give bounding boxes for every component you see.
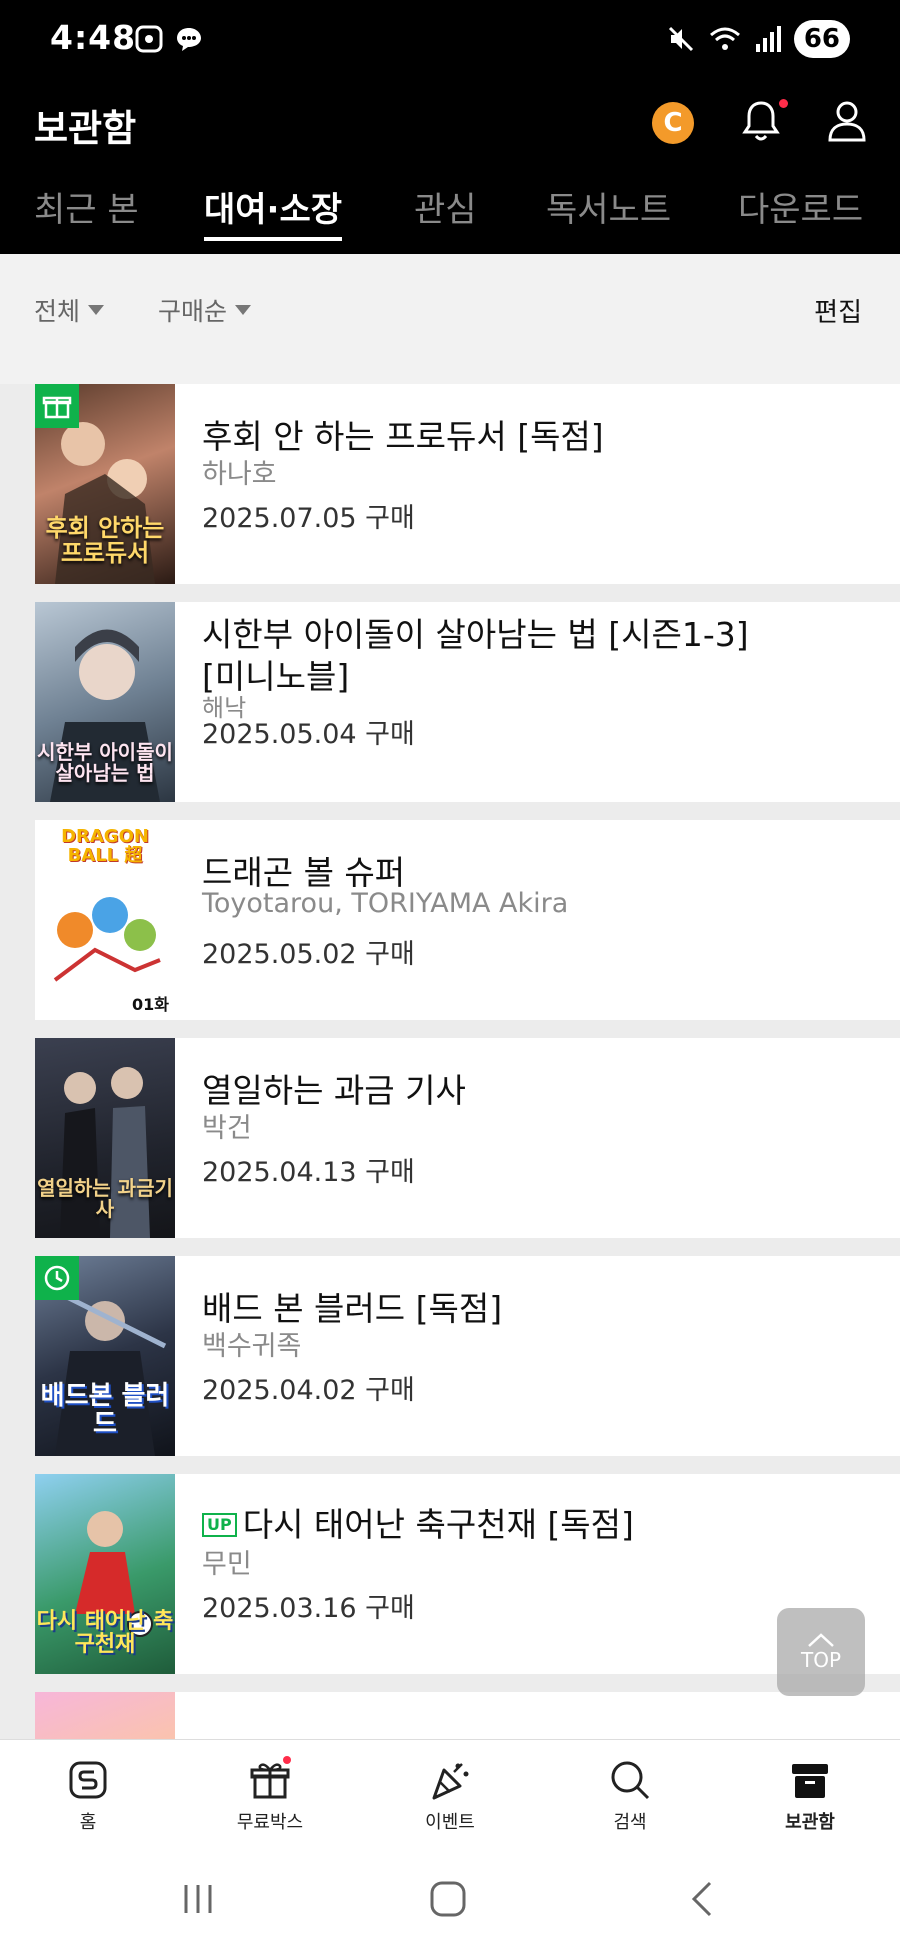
cover-image: DRAGON BALL 超 01화 xyxy=(35,820,175,1020)
up-badge: UP xyxy=(202,1513,237,1537)
chevron-up-icon xyxy=(808,1633,834,1647)
status-time: 4:48 xyxy=(50,18,137,57)
item-date: 2025.04.02 구매 xyxy=(202,1375,415,1406)
status-bar: 4:48 66 xyxy=(0,0,900,82)
mute-icon xyxy=(668,26,693,52)
tab-recent[interactable]: 최근 본 xyxy=(34,182,139,237)
bell-icon[interactable] xyxy=(740,98,782,144)
nav-search[interactable]: 검색 xyxy=(570,1758,690,1834)
sort-filter-label: 구매순 xyxy=(158,297,228,326)
item-title-row: UP 다시 태어난 축구천재 [독점] xyxy=(202,1498,634,1546)
back-icon[interactable] xyxy=(684,1879,720,1919)
list-item[interactable]: 열일하는 과금기사 열일하는 과금 기사 박건 2025.04.13 구매 xyxy=(35,1038,900,1238)
cover-title-text: 열일하는 과금기사 xyxy=(37,1176,173,1221)
cover-image xyxy=(35,1692,175,1739)
cover-image: 후회 안하는 프로듀서 xyxy=(35,384,175,584)
nav-label: 이벤트 xyxy=(425,1812,475,1833)
home-icon xyxy=(69,1761,107,1799)
list-item[interactable]: 시한부 아이돌이 살아남는 법 시한부 아이돌이 살아남는 법 [시즌1-3] … xyxy=(35,602,900,802)
list-item[interactable]: DRAGON BALL 超 01화 드래곤 볼 슈퍼 Toyotarou, TO… xyxy=(35,820,900,1020)
list-item[interactable] xyxy=(35,1692,900,1739)
item-title: 다시 태어난 축구천재 [독점] xyxy=(242,1505,634,1544)
edit-button[interactable]: 편집 xyxy=(814,292,862,329)
item-date: 2025.05.04 구매 xyxy=(202,719,415,750)
wifi-icon xyxy=(709,27,740,50)
battery-indicator: 66 xyxy=(793,20,850,58)
tab-rental-owned[interactable]: 대여·소장 xyxy=(204,182,343,241)
party-popper-icon xyxy=(432,1763,469,1800)
page-title: 보관함 xyxy=(34,107,137,150)
tab-reading-notes[interactable]: 독서노트 xyxy=(546,182,671,237)
sort-filter[interactable]: 구매순 xyxy=(158,292,252,328)
list-item[interactable]: 배드본 블러드 배드 본 블러드 [독점] 백수귀족 2025.04.02 구매 xyxy=(35,1256,900,1456)
scroll-top-button[interactable]: TOP xyxy=(777,1608,865,1696)
cover-image: 다시 태어난 축구천재 xyxy=(35,1474,175,1674)
cover-title-text: 후회 안하는 프로듀서 xyxy=(45,513,165,567)
message-icon xyxy=(177,28,201,51)
archive-box-icon xyxy=(792,1764,828,1798)
home-button-icon[interactable] xyxy=(428,1879,468,1919)
recent-apps-icon[interactable] xyxy=(180,1881,216,1917)
nav-events[interactable]: 이벤트 xyxy=(390,1758,510,1834)
nav-freebox[interactable]: 무료박스 xyxy=(210,1756,330,1834)
item-title: 열일하는 과금 기사 xyxy=(202,1071,466,1110)
caret-down-icon xyxy=(88,305,105,315)
list-item[interactable]: 후회 안하는 프로듀서 후회 안 하는 프로듀서 [독점] 하나호 2025.0… xyxy=(35,384,900,584)
clock-icon xyxy=(35,1256,79,1300)
bottom-navigation: 홈 무료박스 이벤트 검색 보관함 xyxy=(0,1739,900,1847)
cover-title-text: DRAGON BALL 超 xyxy=(61,826,149,866)
item-date: 2025.07.05 구매 xyxy=(202,503,415,534)
cover-title-text: 배드본 블러드 xyxy=(40,1381,170,1439)
cover-issue-label: 01화 xyxy=(132,995,169,1015)
tab-downloads[interactable]: 다운로드 xyxy=(738,182,863,237)
item-author: 무민 xyxy=(202,1549,252,1580)
profile-icon[interactable] xyxy=(826,98,868,144)
nav-label: 무료박스 xyxy=(236,1812,304,1833)
item-title: 배드 본 블러드 [독점] xyxy=(202,1289,503,1328)
item-date: 2025.04.13 구매 xyxy=(202,1157,415,1188)
filter-bar: 전체 구매순 편집 xyxy=(0,254,900,384)
scroll-top-label: TOP xyxy=(800,1648,842,1672)
library-tabs: 최근 본 대여·소장 관심 독서노트 다운로드 xyxy=(0,172,900,254)
item-author: Toyotarou, TORIYAMA Akira xyxy=(202,888,569,919)
item-title: 후회 안 하는 프로듀서 [독점] xyxy=(202,417,604,456)
item-author: 박건 xyxy=(202,1113,252,1144)
nav-label: 보관함 xyxy=(785,1812,835,1833)
nav-label: 검색 xyxy=(613,1812,647,1833)
nav-home[interactable]: 홈 xyxy=(28,1758,148,1834)
system-navigation-bar xyxy=(0,1847,900,1950)
category-filter[interactable]: 전체 xyxy=(34,292,105,328)
item-date: 2025.05.02 구매 xyxy=(202,939,415,970)
item-date: 2025.03.16 구매 xyxy=(202,1593,415,1624)
cover-image: 배드본 블러드 xyxy=(35,1256,175,1456)
item-author: 백수귀족 xyxy=(202,1331,302,1362)
nav-library[interactable]: 보관함 xyxy=(750,1758,870,1834)
purchase-list: 후회 안하는 프로듀서 후회 안 하는 프로듀서 [독점] 하나호 2025.0… xyxy=(0,384,900,1739)
gift-icon xyxy=(35,384,79,428)
cover-title-text: 시한부 아이돌이 살아남는 법 xyxy=(37,740,173,785)
cover-image: 시한부 아이돌이 살아남는 법 xyxy=(35,602,175,802)
search-icon xyxy=(611,1761,650,1800)
nav-label: 홈 xyxy=(79,1812,97,1833)
gift-icon xyxy=(250,1763,290,1799)
signal-icon xyxy=(755,26,781,52)
category-filter-label: 전체 xyxy=(34,297,81,326)
item-author: 하나호 xyxy=(202,459,277,490)
list-item[interactable]: 다시 태어난 축구천재 UP 다시 태어난 축구천재 [독점] 무민 2025.0… xyxy=(35,1474,900,1674)
screenshot-icon xyxy=(135,25,163,53)
coin-icon[interactable]: C xyxy=(652,102,694,144)
notification-dot xyxy=(283,1756,291,1764)
item-title: 드래곤 볼 슈퍼 xyxy=(202,853,406,892)
caret-down-icon xyxy=(235,305,252,315)
item-title-line1: 시한부 아이돌이 살아남는 법 [시즌1-3] xyxy=(202,615,749,654)
cover-image: 열일하는 과금기사 xyxy=(35,1038,175,1238)
tab-favorites[interactable]: 관심 xyxy=(414,182,477,237)
app-bar: 보관함 C xyxy=(0,82,900,172)
cover-title-text: 다시 태어난 축구천재 xyxy=(36,1608,174,1657)
notification-dot xyxy=(779,99,788,108)
